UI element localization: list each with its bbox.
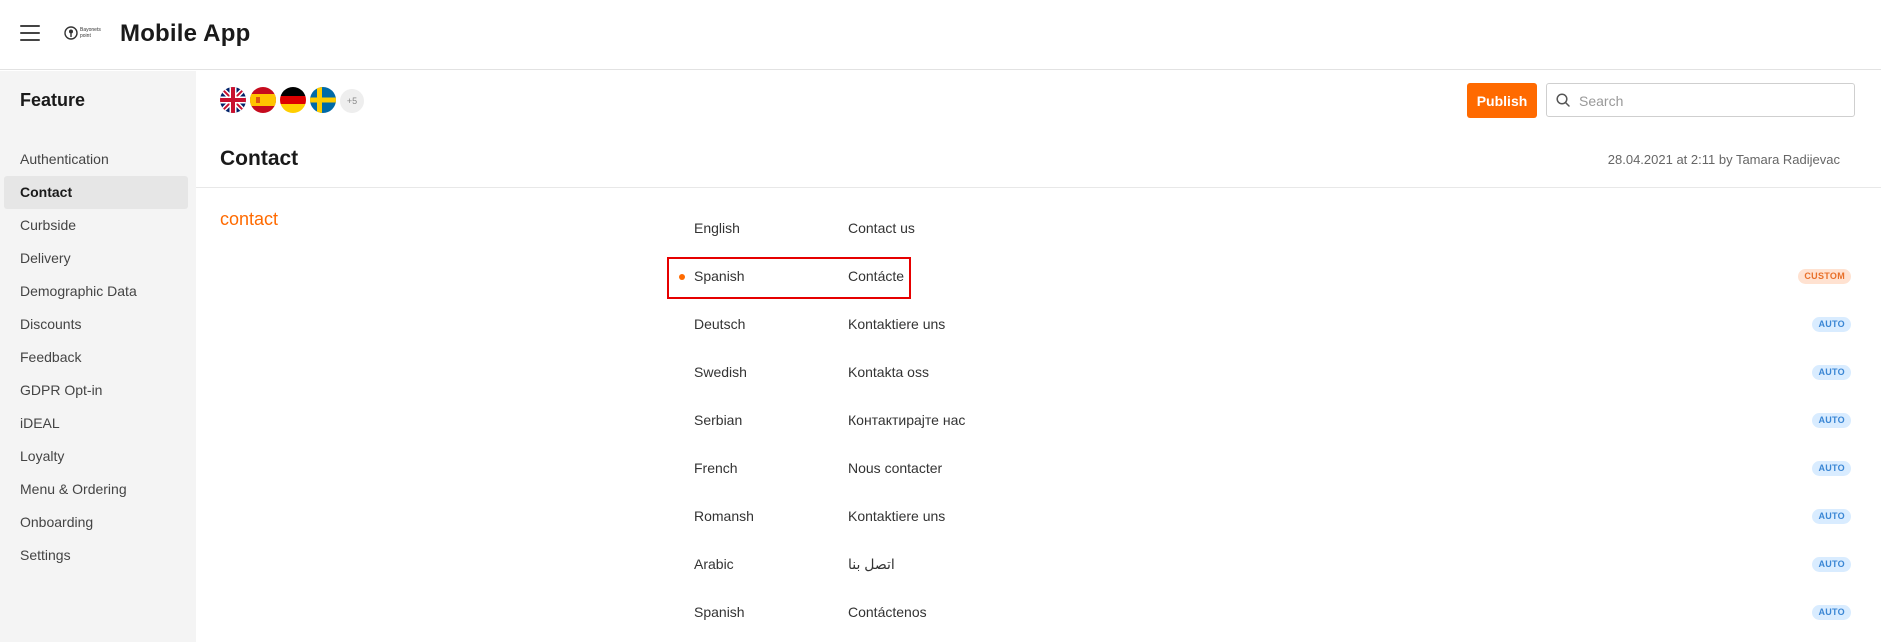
translation-language: Serbian bbox=[694, 412, 743, 428]
translation-language: Swedish bbox=[694, 364, 747, 380]
sidebar-item-authentication[interactable]: Authentication bbox=[4, 143, 188, 176]
main-content: +5 Publish Contact 28.04.2021 at 2:11 by… bbox=[196, 71, 1881, 642]
translation-language: English bbox=[694, 220, 740, 236]
auto-badge: AUTO bbox=[1812, 365, 1851, 380]
search-box bbox=[1546, 83, 1855, 118]
sidebar-item-onboarding[interactable]: Onboarding bbox=[4, 506, 188, 539]
auto-badge: AUTO bbox=[1812, 557, 1851, 572]
sidebar: Feature Authentication Contact Curbside Del… bbox=[0, 71, 196, 642]
translation-row[interactable]: English Contact us bbox=[665, 205, 1851, 253]
translation-value[interactable]: Контактирајте нас bbox=[848, 412, 965, 428]
translation-row[interactable]: Spanish Contáctenos AUTO bbox=[665, 589, 1851, 637]
uk-flag-icon[interactable] bbox=[220, 87, 246, 113]
auto-badge: AUTO bbox=[1812, 509, 1851, 524]
translation-row[interactable]: Romansh Kontaktiere uns AUTO bbox=[665, 493, 1851, 541]
sidebar-item-contact[interactable]: Contact bbox=[4, 176, 188, 209]
translations-table: English Contact us Spanish Contácte CUSTOM De… bbox=[665, 205, 1851, 637]
translation-value[interactable]: Contácte bbox=[848, 268, 904, 284]
page-title: Contact bbox=[220, 147, 299, 170]
divider bbox=[196, 187, 1881, 188]
translation-row[interactable]: Serbian Контактирајте нас AUTO bbox=[665, 397, 1851, 445]
translation-row[interactable]: Spanish Contácte CUSTOM bbox=[665, 253, 1851, 301]
translation-value[interactable]: Kontaktiere uns bbox=[848, 316, 945, 332]
translation-language: Spanish bbox=[694, 604, 745, 620]
sidebar-item-gdpr-opt-in[interactable]: GDPR Opt-in bbox=[4, 374, 188, 407]
sidebar-item-loyalty[interactable]: Loyalty bbox=[4, 440, 188, 473]
logo-text: Bayonets point bbox=[80, 27, 101, 39]
translation-value[interactable]: Contáctenos bbox=[848, 604, 927, 620]
auto-badge: AUTO bbox=[1812, 605, 1851, 620]
translation-value[interactable]: Contact us bbox=[848, 220, 915, 236]
sidebar-item-discounts[interactable]: Discounts bbox=[4, 308, 188, 341]
translation-row[interactable]: French Nous contacter AUTO bbox=[665, 445, 1851, 493]
publish-button[interactable]: Publish bbox=[1467, 83, 1537, 118]
sidebar-item-delivery[interactable]: Delivery bbox=[4, 242, 188, 275]
translation-key[interactable]: contact bbox=[220, 209, 278, 230]
app-title: Mobile App bbox=[120, 20, 251, 47]
auto-badge: AUTO bbox=[1812, 461, 1851, 476]
logo: Bayonets point bbox=[64, 24, 104, 44]
translation-value[interactable]: Kontaktiere uns bbox=[848, 508, 945, 524]
search-icon bbox=[1556, 93, 1570, 107]
translation-language: Deutsch bbox=[694, 316, 746, 332]
sidebar-item-menu-ordering[interactable]: Menu & Ordering bbox=[4, 473, 188, 506]
sidebar-list: Authentication Contact Curbside Delivery Dem… bbox=[4, 143, 188, 572]
translation-value[interactable]: اتصل بنا bbox=[848, 556, 895, 573]
auto-badge: AUTO bbox=[1812, 413, 1851, 428]
sidebar-heading: Feature bbox=[20, 90, 86, 110]
translation-language: Spanish bbox=[694, 268, 745, 284]
spain-flag-icon[interactable] bbox=[250, 87, 276, 113]
sweden-flag-icon[interactable] bbox=[310, 87, 336, 113]
menu-icon[interactable] bbox=[20, 25, 40, 41]
germany-flag-icon[interactable] bbox=[280, 87, 306, 113]
sidebar-item-curbside[interactable]: Curbside bbox=[4, 209, 188, 242]
translation-row[interactable]: Deutsch Kontaktiere uns AUTO bbox=[665, 301, 1851, 349]
more-languages-button[interactable]: +5 bbox=[340, 89, 364, 113]
search-input[interactable] bbox=[1577, 84, 1851, 118]
custom-badge: CUSTOM bbox=[1798, 269, 1851, 284]
sidebar-item-feedback[interactable]: Feedback bbox=[4, 341, 188, 374]
translation-row[interactable]: Swedish Kontakta oss AUTO bbox=[665, 349, 1851, 397]
auto-badge: AUTO bbox=[1812, 317, 1851, 332]
translation-value[interactable]: Kontakta oss bbox=[848, 364, 929, 380]
translation-value[interactable]: Nous contacter bbox=[848, 460, 942, 476]
app-header: Bayonets point Mobile App bbox=[0, 0, 1881, 70]
translation-language: French bbox=[694, 460, 738, 476]
translation-language: Arabic bbox=[694, 556, 734, 572]
sidebar-item-demographic-data[interactable]: Demographic Data bbox=[4, 275, 188, 308]
translation-row[interactable]: Arabic اتصل بنا AUTO bbox=[665, 541, 1851, 589]
sidebar-item-settings[interactable]: Settings bbox=[4, 539, 188, 572]
translation-language: Romansh bbox=[694, 508, 754, 524]
sidebar-item-ideal[interactable]: iDEAL bbox=[4, 407, 188, 440]
last-modified-info: 28.04.2021 at 2:11 by Tamara Radijevac bbox=[1607, 152, 1840, 167]
